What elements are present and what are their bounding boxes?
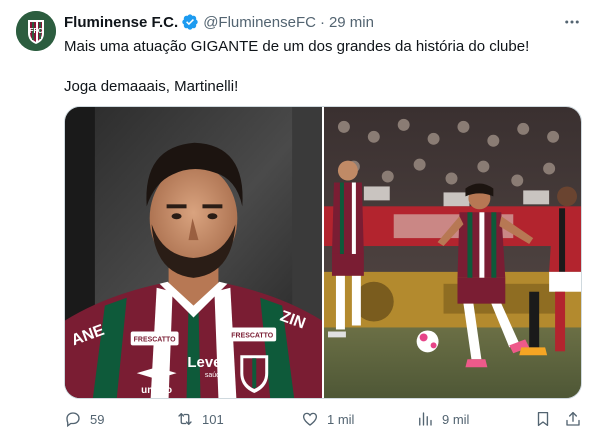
heart-icon — [302, 412, 318, 426]
tweet-text-line-2: Joga demaaais, Martinelli! — [64, 78, 239, 95]
repost-icon — [178, 413, 192, 425]
like-count: 1 mil — [327, 411, 355, 427]
view-count: 9 mil — [442, 411, 470, 427]
share-icon — [566, 411, 580, 426]
tweet-text-line-1: Mais uma atuação GIGANTE de um dos grand… — [64, 38, 530, 55]
repost-count: 101 — [202, 411, 224, 427]
sponsor-left-text: FRESCATTO — [134, 336, 177, 343]
tweet-actions: 59 101 1 mil 9 mil — [64, 408, 584, 434]
bookmark-button[interactable] — [534, 410, 552, 428]
tweet-text: Mais uma atuação GIGANTE de um dos grand… — [64, 37, 584, 97]
media-grid: FRESCATTO FRESCATTO Leve saúde umbro ANE… — [64, 106, 582, 399]
more-options-icon[interactable] — [562, 12, 582, 32]
sponsor-right-text: FRESCATTO — [231, 332, 274, 339]
tweet-header: Fluminense F.C. @FluminenseFC · 29 min — [64, 12, 374, 32]
fluminense-crest-icon: FFC — [16, 11, 56, 51]
display-name[interactable]: Fluminense F.C. — [64, 14, 178, 31]
share-button[interactable] — [564, 410, 582, 428]
photo-match-action[interactable] — [324, 107, 581, 398]
repost-button[interactable]: 101 — [176, 410, 224, 428]
views-button[interactable]: 9 mil — [416, 410, 469, 428]
svg-text:FFC: FFC — [29, 28, 43, 35]
handle[interactable]: @FluminenseFC — [203, 14, 316, 31]
sponsor-sub-text: saúde — [205, 372, 224, 379]
views-chart-icon — [419, 412, 432, 426]
bookmark-icon — [537, 411, 549, 427]
reply-count: 59 — [90, 411, 105, 427]
timestamp[interactable]: 29 min — [329, 14, 374, 31]
reply-icon — [66, 412, 80, 428]
separator-dot: · — [319, 13, 325, 31]
tweet-card[interactable]: FFC Fluminense F.C. @FluminenseFC · 29 m… — [0, 0, 598, 443]
like-button[interactable]: 1 mil — [301, 410, 354, 428]
avatar[interactable]: FFC — [16, 11, 56, 51]
verified-badge-icon[interactable] — [181, 13, 199, 31]
photo-player-portrait[interactable]: FRESCATTO FRESCATTO Leve saúde umbro ANE… — [65, 107, 322, 398]
reply-button[interactable]: 59 — [64, 410, 104, 428]
brand-text: umbro — [141, 385, 172, 396]
sponsor-mid-text: Leve — [187, 355, 221, 371]
